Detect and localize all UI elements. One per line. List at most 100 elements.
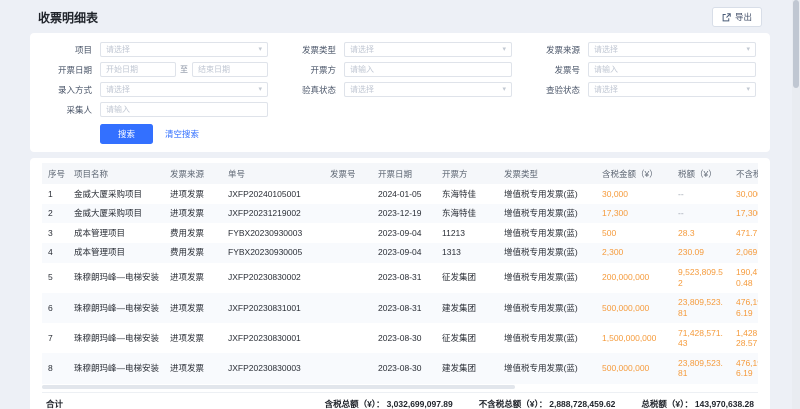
cell-invoice_no xyxy=(324,204,372,224)
cell-doc_no: JXFP20231219002 xyxy=(222,204,324,224)
horizontal-scrollbar-thumb[interactable] xyxy=(42,385,515,389)
cell-issuer: 东海特佳 xyxy=(436,184,498,204)
invoice-type-select[interactable]: 请选择 ▾ xyxy=(344,42,512,57)
cell-amount_excl: 476,190,476.19 xyxy=(730,353,758,383)
cell-tax: -- xyxy=(672,184,730,204)
cell-seq: 1 xyxy=(42,184,68,204)
invoice-table: 序号项目名称发票来源单号发票号开票日期开票方发票类型含税金额（¥）税额（¥）不含… xyxy=(42,163,758,384)
filter-issuer: 开票方 xyxy=(288,62,512,77)
cell-date: 2023-09-04 xyxy=(372,243,436,263)
vertical-scrollbar xyxy=(792,0,800,409)
column-header-amount_incl: 含税金额（¥） xyxy=(596,163,672,184)
chevron-down-icon: ▾ xyxy=(258,86,262,93)
invoice-type-select-placeholder: 请选择 xyxy=(350,44,374,55)
table-row: 1金威大厦采购项目进项发票JXFP202401050012024-01-05东海… xyxy=(42,184,758,204)
column-header-seq: 序号 xyxy=(42,163,68,184)
table-row: 4成本管理项目费用发票FYBX202309300052023-09-041313… xyxy=(42,243,758,263)
cell-amount_excl: 17,300 xyxy=(730,204,758,224)
column-header-invoice_no: 发票号 xyxy=(324,163,372,184)
cell-amount_incl: 200,000,000 xyxy=(596,263,672,293)
invoice-table-card: 序号项目名称发票来源单号发票号开票日期开票方发票类型含税金额（¥）税额（¥）不含… xyxy=(30,158,770,409)
summary-item-label: 总税额（¥）： xyxy=(641,399,692,409)
cell-type: 增值税专用发票(蓝) xyxy=(498,263,596,293)
table-row: 5珠穆朗玛峰—电梯安装进项发票JXFP202308300022023-08-31… xyxy=(42,263,758,293)
export-button[interactable]: 导出 xyxy=(712,7,762,27)
filter-entry-method: 录入方式 请选择 ▾ xyxy=(44,82,268,97)
cell-invoice_no xyxy=(324,184,372,204)
table-scroll-area: 序号项目名称发票来源单号发票号开票日期开票方发票类型含税金额（¥）税额（¥）不含… xyxy=(42,163,758,384)
cell-amount_excl: 476,190,476.19 xyxy=(730,293,758,323)
table-header-row: 序号项目名称发票来源单号发票号开票日期开票方发票类型含税金额（¥）税额（¥）不含… xyxy=(42,163,758,184)
vertical-scrollbar-thumb[interactable] xyxy=(793,0,799,88)
filter-check-status: 查验状态 请选择 ▾ xyxy=(532,82,756,97)
column-header-doc_no: 单号 xyxy=(222,163,324,184)
project-select[interactable]: 请选择 ▾ xyxy=(100,42,268,57)
cell-source: 进项发票 xyxy=(164,204,222,224)
cell-invoice_no xyxy=(324,353,372,383)
topbar: 收票明细表 导出 xyxy=(0,0,800,33)
invoice-source-select[interactable]: 请选择 ▾ xyxy=(588,42,756,57)
cell-doc_no: JXFP20240105001 xyxy=(222,184,324,204)
table-row: 2金威大厦采购项目进项发票JXFP202312190022023-12-19东海… xyxy=(42,204,758,224)
cell-source: 费用发票 xyxy=(164,223,222,243)
cell-doc_no: JXFP20230830003 xyxy=(222,353,324,383)
filter-entry-method-label: 录入方式 xyxy=(44,84,92,96)
cell-doc_no: JXFP20230830001 xyxy=(222,323,324,353)
cell-issuer: 征发集团 xyxy=(436,263,498,293)
invoice-no-input[interactable] xyxy=(588,62,756,77)
cell-amount_incl: 500,000,000 xyxy=(596,353,672,383)
cell-invoice_no xyxy=(324,323,372,353)
cell-date: 2023-08-30 xyxy=(372,323,436,353)
summary-item-label: 含税总额（¥）： xyxy=(325,399,385,409)
cell-type: 增值税专用发票(蓝) xyxy=(498,184,596,204)
invoice-date-range: 至 xyxy=(100,62,268,77)
cell-doc_no: JXFP20230830002 xyxy=(222,263,324,293)
column-header-issuer: 开票方 xyxy=(436,163,498,184)
cell-date: 2023-09-04 xyxy=(372,223,436,243)
cell-project: 珠穆朗玛峰—电梯安装 xyxy=(68,293,164,323)
clear-search-button[interactable]: 清空搜索 xyxy=(165,128,199,140)
check-status-select[interactable]: 请选择 ▾ xyxy=(588,82,756,97)
start-date-input[interactable] xyxy=(100,62,176,77)
collector-input[interactable] xyxy=(100,102,268,117)
date-range-separator: 至 xyxy=(180,64,188,75)
cell-project: 珠穆朗玛峰—电梯安装 xyxy=(68,263,164,293)
table-row: 3成本管理项目费用发票FYBX202309300032023-09-041121… xyxy=(42,223,758,243)
cell-source: 进项发票 xyxy=(164,263,222,293)
cell-date: 2023-08-30 xyxy=(372,353,436,383)
cell-invoice_no xyxy=(324,263,372,293)
cell-source: 进项发票 xyxy=(164,353,222,383)
cell-tax: -- xyxy=(672,204,730,224)
cell-type: 增值税专用发票(蓝) xyxy=(498,323,596,353)
search-button[interactable]: 搜索 xyxy=(100,124,153,144)
filter-collector: 采集人 xyxy=(44,102,268,117)
cell-date: 2023-08-31 xyxy=(372,263,436,293)
cell-type: 增值税专用发票(蓝) xyxy=(498,293,596,323)
summary-total-label: 合计 xyxy=(46,398,63,409)
filter-actions: 搜索 清空搜索 xyxy=(44,124,756,144)
end-date-input[interactable] xyxy=(192,62,268,77)
filter-invoice-type-label: 发票类型 xyxy=(288,44,336,56)
cell-amount_incl: 500,000,000 xyxy=(596,293,672,323)
cell-seq: 2 xyxy=(42,204,68,224)
horizontal-scrollbar xyxy=(42,385,758,390)
verify-status-select[interactable]: 请选择 ▾ xyxy=(344,82,512,97)
cell-amount_excl: 30,000 xyxy=(730,184,758,204)
filter-project: 项目 请选择 ▾ xyxy=(44,42,268,57)
filter-invoice-no-label: 发票号 xyxy=(532,64,580,76)
filter-card: 项目 请选择 ▾ 发票类型 请选择 ▾ 发票来源 请选择 ▾ 开票日期 xyxy=(30,33,770,152)
filter-collector-label: 采集人 xyxy=(44,104,92,116)
cell-date: 2024-01-05 xyxy=(372,184,436,204)
issuer-input[interactable] xyxy=(344,62,512,77)
entry-method-select[interactable]: 请选择 ▾ xyxy=(100,82,268,97)
cell-issuer: 建发集团 xyxy=(436,293,498,323)
cell-amount_incl: 30,000 xyxy=(596,184,672,204)
table-row: 8珠穆朗玛峰—电梯安装进项发票JXFP202308300032023-08-30… xyxy=(42,353,758,383)
summary-items: 含税总额（¥）：3,032,699,097.89不含税总额（¥）：2,888,7… xyxy=(325,398,754,409)
cell-project: 金威大厦采购项目 xyxy=(68,204,164,224)
cell-date: 2023-12-19 xyxy=(372,204,436,224)
table-row: 7珠穆朗玛峰—电梯安装进项发票JXFP202308300012023-08-30… xyxy=(42,323,758,353)
cell-invoice_no xyxy=(324,243,372,263)
page-title: 收票明细表 xyxy=(38,9,98,26)
cell-tax: 9,523,809.52 xyxy=(672,263,730,293)
